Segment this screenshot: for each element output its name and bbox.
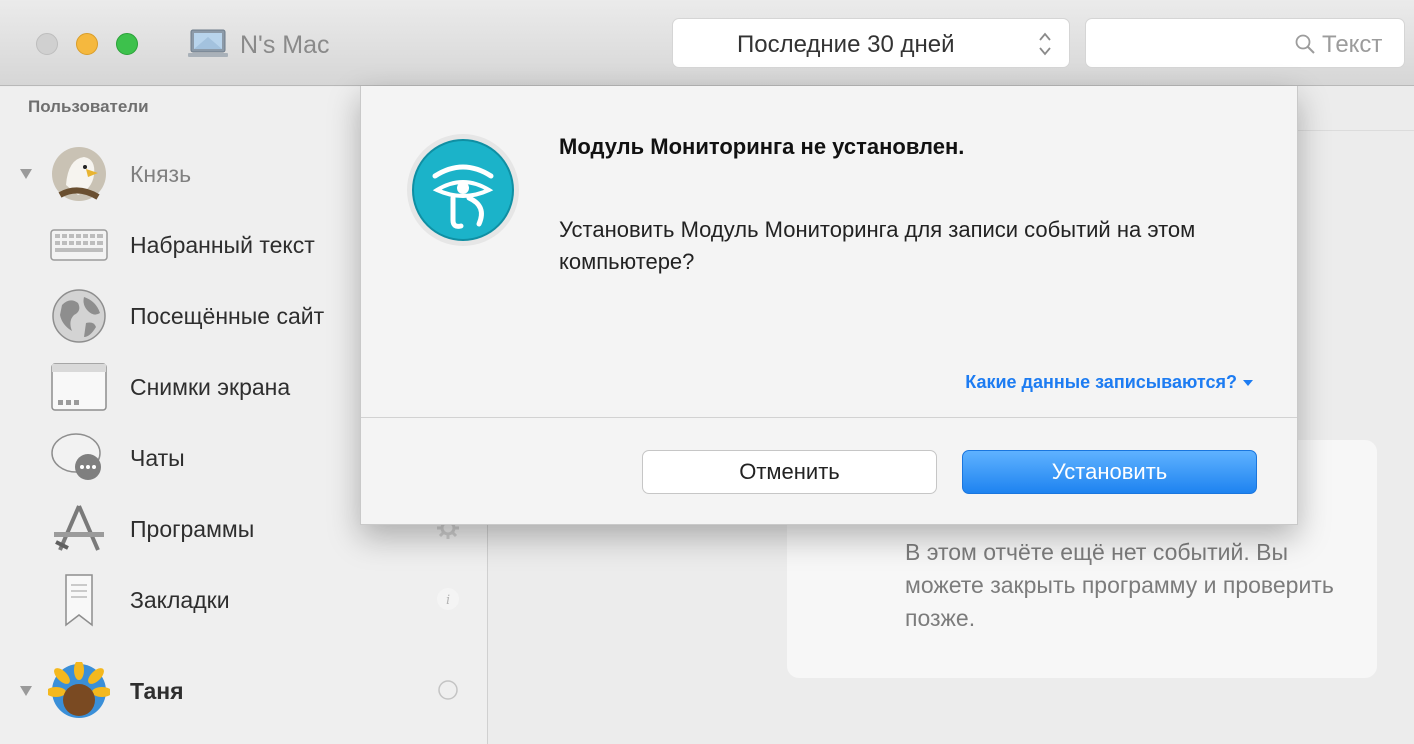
- sidebar-item-label: Чаты: [130, 445, 185, 471]
- period-select[interactable]: Последние 30 дней: [672, 18, 1070, 68]
- info-icon[interactable]: i: [436, 587, 460, 611]
- monitoring-eye-icon: [407, 134, 519, 246]
- sidebar-user-name: Таня: [130, 678, 184, 704]
- sidebar-item-label: Закладки: [130, 587, 230, 613]
- period-value: Последние 30 дней: [737, 31, 955, 58]
- recorded-data-link-label: Какие данные записываются?: [965, 372, 1237, 392]
- updown-chevron-icon: [1039, 32, 1051, 56]
- search-input[interactable]: Текст: [1085, 18, 1405, 68]
- title-bar: N's Mac Последние 30 дней Текст: [0, 0, 1414, 86]
- screenshot-window-icon: [51, 363, 107, 411]
- minimize-window-button[interactable]: [76, 33, 98, 55]
- svg-text:i: i: [446, 593, 450, 608]
- sidebar-item-label: Набранный текст: [130, 232, 315, 258]
- app-store-icon: [54, 505, 104, 551]
- user-avatar-eagle-icon: [52, 147, 106, 201]
- recorded-data-link[interactable]: Какие данные записываются?: [965, 372, 1253, 393]
- disclosure-triangle-icon[interactable]: [20, 169, 32, 179]
- chat-bubble-icon: [51, 433, 101, 480]
- sidebar-item-label: Программы: [130, 516, 255, 542]
- close-window-button[interactable]: [36, 33, 58, 55]
- sidebar-user-name: Князь: [130, 161, 192, 187]
- bookmark-icon: [65, 574, 93, 627]
- sidebar-item-label: Посещённые сайт: [130, 303, 325, 329]
- user-avatar-sunflower-icon: [48, 662, 110, 718]
- dialog-divider: [361, 417, 1297, 418]
- sidebar-header: Пользователи: [28, 97, 149, 116]
- cancel-button[interactable]: Отменить: [642, 450, 937, 494]
- computer-name: N's Mac: [240, 31, 330, 59]
- keyboard-icon: [50, 229, 108, 261]
- search-placeholder: Текст: [1322, 31, 1383, 58]
- install-button[interactable]: Установить: [962, 450, 1257, 494]
- search-icon: [1295, 34, 1315, 54]
- disclosure-triangle-icon[interactable]: [20, 686, 32, 696]
- dialog-title: Модуль Мониторинга не установлен.: [559, 134, 965, 159]
- zoom-window-button[interactable]: [116, 33, 138, 55]
- empty-report-message: В этом отчёте ещё нет событий. Вы можете…: [905, 539, 1334, 631]
- chevron-down-icon: [1243, 380, 1253, 387]
- status-circle-icon[interactable]: [436, 678, 460, 702]
- install-module-dialog: Модуль Мониторинга не установлен. Устано…: [360, 86, 1298, 525]
- computer-icon: [188, 29, 228, 57]
- sidebar-item-label: Снимки экрана: [130, 374, 291, 400]
- globe-icon: [52, 289, 106, 343]
- dialog-message: Установить Модуль Мониторинга для записи…: [559, 217, 1196, 274]
- sidebar-user-tanya[interactable]: Таня: [0, 656, 488, 726]
- sidebar-item-bookmarks[interactable]: Закладки i: [0, 565, 488, 635]
